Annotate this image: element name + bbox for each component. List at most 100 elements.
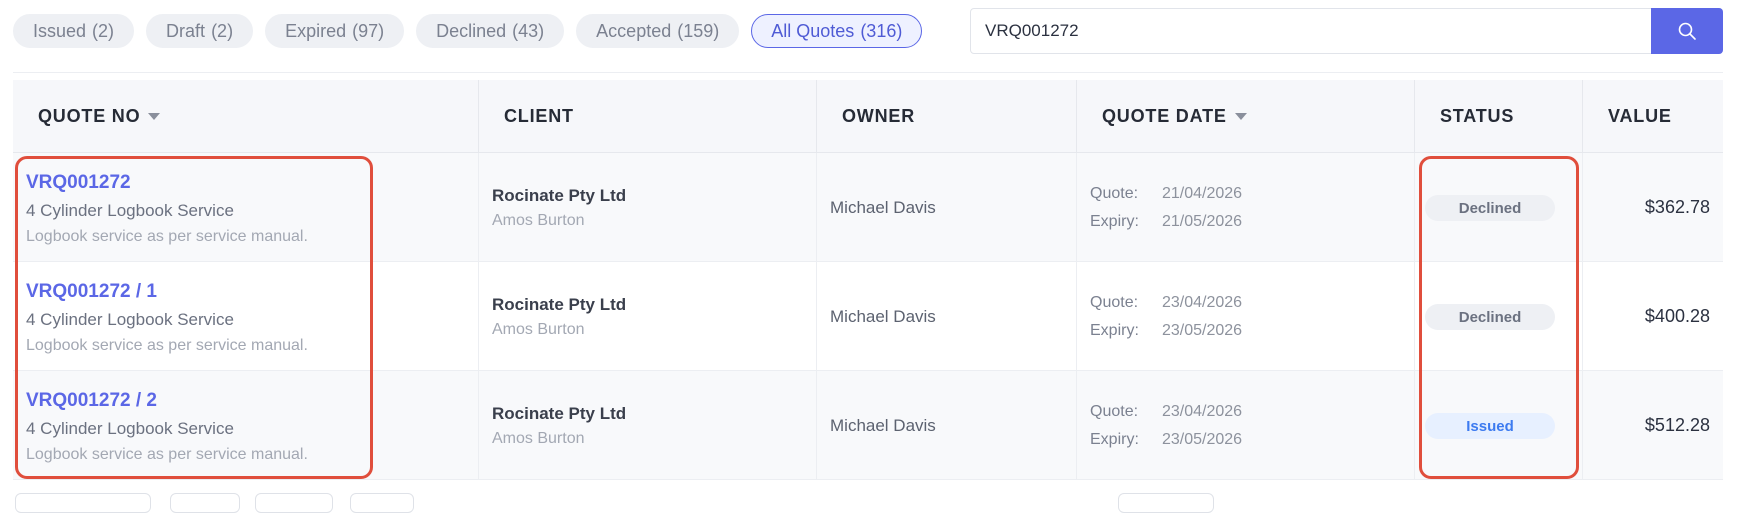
column-header-status: STATUS — [1415, 80, 1583, 152]
quote-value: $400.28 — [1644, 306, 1710, 326]
table-row[interactable]: VRQ001272 / 1 4 Cylinder Logbook Service… — [13, 262, 1723, 371]
client-cell: Rocinate Pty Ltd Amos Burton — [479, 371, 817, 479]
sort-caret-icon — [1234, 112, 1247, 120]
client-cell: Rocinate Pty Ltd Amos Burton — [479, 153, 817, 261]
tab-count: (159) — [677, 20, 720, 41]
quote-number-link[interactable]: VRQ001272 / 2 — [26, 390, 157, 412]
quote-description: Logbook service as per service manual. — [26, 228, 308, 245]
tab-count: (2) — [92, 20, 115, 41]
owner-name: Michael Davis — [830, 307, 936, 326]
quote-value: $362.78 — [1644, 197, 1710, 217]
quote-search — [970, 8, 1723, 54]
quote-date-label: Quote: — [1090, 403, 1139, 420]
expiry-date-line: Expiry: 23/05/2026 — [1090, 431, 1242, 449]
status-cell: Declined — [1415, 262, 1583, 370]
quote-number-link[interactable]: VRQ001272 / 1 — [26, 281, 157, 303]
tab-label: Expired — [285, 20, 347, 41]
column-label: VALUE — [1608, 105, 1672, 126]
quote-date-label: Quote: — [1090, 185, 1139, 202]
quote-description: Logbook service as per service manual. — [26, 337, 308, 354]
tab-issued[interactable]: Issued (2) — [13, 14, 135, 48]
search-button[interactable] — [1651, 8, 1723, 54]
client-name: Rocinate Pty Ltd — [492, 295, 627, 314]
column-label: OWNER — [842, 105, 915, 126]
client-contact: Amos Burton — [492, 321, 585, 338]
quote-cell: VRQ001272 / 2 4 Cylinder Logbook Service… — [13, 371, 479, 479]
table-row[interactable]: VRQ001272 / 2 4 Cylinder Logbook Service… — [13, 371, 1723, 480]
quote-cell: VRQ001272 / 1 4 Cylinder Logbook Service… — [13, 262, 479, 370]
quote-date-line: Quote: 21/04/2026 — [1090, 185, 1242, 203]
client-contact: Amos Burton — [492, 212, 585, 229]
column-header-owner: OWNER — [817, 80, 1077, 152]
expiry-date-label: Expiry: — [1090, 431, 1139, 448]
tab-declined[interactable]: Declined (43) — [416, 14, 565, 48]
quote-filter-tabs: Issued (2) Draft (2) Expired (97) Declined(… — [13, 14, 923, 48]
tab-expired[interactable]: Expired (97) — [265, 14, 405, 48]
expiry-date: 23/05/2026 — [1162, 431, 1243, 448]
column-label: STATUS — [1440, 105, 1515, 126]
pagination-control[interactable] — [1118, 493, 1214, 513]
expiry-date: 21/05/2026 — [1162, 213, 1243, 230]
expiry-date-label: Expiry: — [1090, 213, 1139, 230]
quote-number-link[interactable]: VRQ001272 — [26, 172, 131, 194]
client-name: Rocinate Pty Ltd — [492, 404, 627, 423]
quote-title: 4 Cylinder Logbook Service — [26, 201, 234, 220]
pagination-control[interactable] — [350, 493, 414, 513]
divider — [13, 72, 1723, 73]
quote-cell: VRQ001272 4 Cylinder Logbook Service Log… — [13, 153, 479, 261]
column-label: CLIENT — [504, 105, 574, 126]
status-cell: Issued — [1415, 371, 1583, 479]
column-header-quote-date[interactable]: QUOTE DATE — [1077, 80, 1415, 152]
sort-caret-icon — [148, 112, 161, 120]
tab-count: (97) — [352, 20, 385, 41]
date-cell: Quote: 23/04/2026 Expiry: 23/05/2026 — [1077, 371, 1415, 479]
value-cell: $400.28 — [1583, 262, 1723, 370]
expiry-date-line: Expiry: 21/05/2026 — [1090, 213, 1242, 231]
search-icon — [1678, 22, 1696, 40]
pagination-control[interactable] — [170, 493, 240, 513]
date-cell: Quote: 21/04/2026 Expiry: 21/05/2026 — [1077, 153, 1415, 261]
tab-count: (2) — [211, 20, 234, 41]
tab-count: (43) — [512, 20, 545, 41]
value-cell: $362.78 — [1583, 153, 1723, 261]
column-header-value: VALUE — [1583, 80, 1723, 152]
quote-date: 23/04/2026 — [1162, 403, 1243, 420]
table-header: QUOTE NO CLIENT OWNER QUOTE DATE STATUS … — [13, 80, 1723, 153]
expiry-date-label: Expiry: — [1090, 322, 1139, 339]
owner-name: Michael Davis — [830, 198, 936, 217]
search-input[interactable] — [971, 9, 1649, 53]
tab-accepted[interactable]: Accepted (159) — [576, 14, 740, 48]
status-cell: Declined — [1415, 153, 1583, 261]
value-cell: $512.28 — [1583, 371, 1723, 479]
quote-date-line: Quote: 23/04/2026 — [1090, 403, 1242, 421]
quote-date: 21/04/2026 — [1162, 185, 1243, 202]
tab-draft[interactable]: Draft (2) — [146, 14, 254, 48]
column-header-quote-no[interactable]: QUOTE NO — [13, 80, 479, 152]
tab-all-quotes[interactable]: All Quotes (316) — [751, 14, 923, 48]
client-cell: Rocinate Pty Ltd Amos Burton — [479, 262, 817, 370]
quote-date: 23/04/2026 — [1162, 294, 1243, 311]
quote-title: 4 Cylinder Logbook Service — [26, 419, 234, 438]
quote-date-line: Quote: 23/04/2026 — [1090, 294, 1242, 312]
tab-label: Draft — [166, 20, 206, 41]
pagination-control[interactable] — [15, 493, 151, 513]
quote-title: 4 Cylinder Logbook Service — [26, 310, 234, 329]
column-label: QUOTE DATE — [1102, 105, 1227, 126]
tab-label: All Quotes — [771, 20, 855, 41]
tab-label: Issued — [33, 20, 87, 41]
client-contact: Amos Burton — [492, 430, 585, 447]
tab-label: Declined — [436, 20, 507, 41]
table-row[interactable]: VRQ001272 4 Cylinder Logbook Service Log… — [13, 153, 1723, 262]
quote-value: $512.28 — [1644, 415, 1710, 435]
tab-count: (316) — [860, 20, 903, 41]
date-cell: Quote: 23/04/2026 Expiry: 23/05/2026 — [1077, 262, 1415, 370]
pagination-control[interactable] — [255, 493, 333, 513]
owner-name: Michael Davis — [830, 416, 936, 435]
expiry-date: 23/05/2026 — [1162, 322, 1243, 339]
owner-cell: Michael Davis — [817, 153, 1077, 261]
column-label: QUOTE NO — [38, 105, 141, 126]
quote-description: Logbook service as per service manual. — [26, 446, 308, 463]
client-name: Rocinate Pty Ltd — [492, 186, 627, 205]
column-header-client: CLIENT — [479, 80, 817, 152]
status-badge: Issued — [1425, 413, 1555, 439]
